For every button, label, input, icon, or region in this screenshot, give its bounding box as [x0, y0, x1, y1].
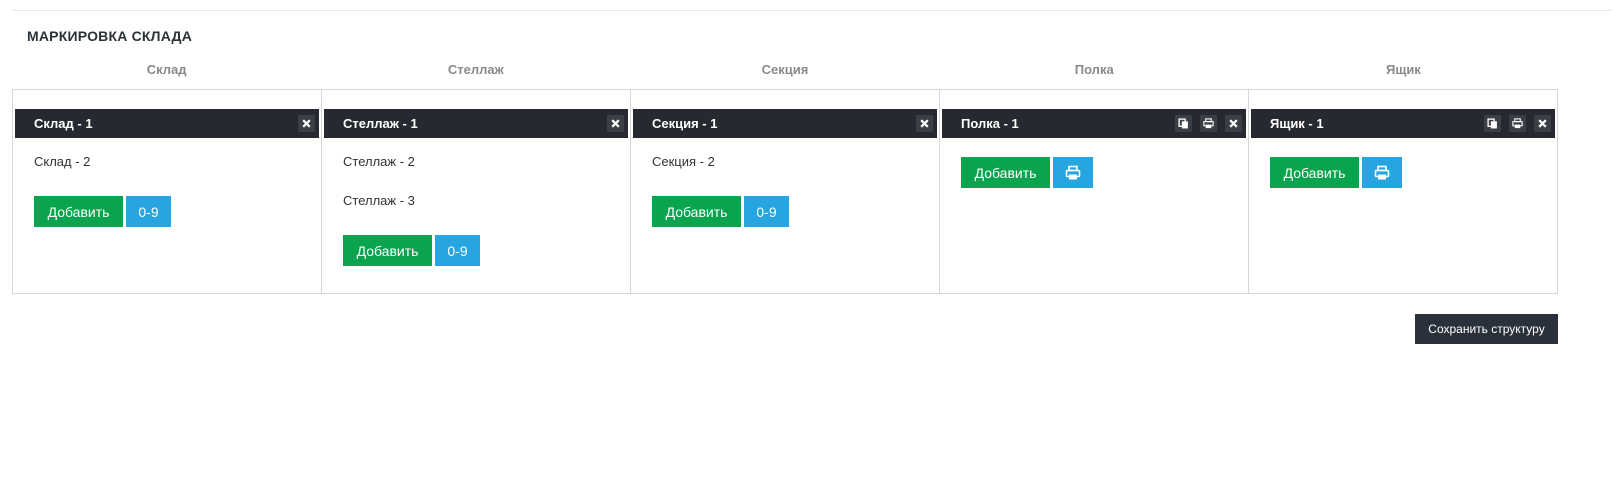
top-divider [12, 10, 1612, 11]
item-actions [607, 115, 624, 132]
list-item[interactable]: Секция - 2 [652, 154, 715, 169]
column-yashchik: Ящик - 1 Добавить [1249, 90, 1557, 293]
list-item[interactable]: Стеллаж - 3 [343, 193, 415, 208]
copy-icon[interactable] [1484, 115, 1501, 132]
range-button[interactable]: 0-9 [126, 196, 171, 227]
column-header-sklad: Склад [146, 62, 187, 77]
close-icon[interactable] [1534, 115, 1551, 132]
selected-item-bar[interactable]: Секция - 1 [633, 109, 937, 138]
close-icon[interactable] [298, 115, 315, 132]
print-button[interactable] [1053, 157, 1093, 188]
selected-item-bar[interactable]: Ящик - 1 [1251, 109, 1555, 138]
selected-item-label: Полка - 1 [961, 116, 1019, 131]
page-title: МАРКИРОВКА СКЛАДА [27, 28, 193, 44]
list-item[interactable]: Склад - 2 [34, 154, 90, 169]
structure-grid: Склад - 1 Склад - 2 Добавить 0-9 Стеллаж… [12, 89, 1558, 294]
print-icon[interactable] [1200, 115, 1217, 132]
selected-item-label: Склад - 1 [34, 116, 93, 131]
selected-item-label: Секция - 1 [652, 116, 718, 131]
selected-item-bar[interactable]: Склад - 1 [15, 109, 319, 138]
close-icon[interactable] [607, 115, 624, 132]
column-header-yashchik: Ящик [1386, 62, 1421, 77]
column-header-sektsiya: Секция [761, 62, 809, 77]
print-icon [1065, 165, 1081, 179]
add-button[interactable]: Добавить [961, 157, 1050, 188]
copy-icon[interactable] [1175, 115, 1192, 132]
item-actions [1175, 115, 1242, 132]
button-row: Добавить 0-9 [343, 235, 480, 266]
selected-item-label: Ящик - 1 [1270, 116, 1324, 131]
print-button[interactable] [1362, 157, 1402, 188]
button-row: Добавить 0-9 [34, 196, 171, 227]
add-button[interactable]: Добавить [343, 235, 432, 266]
close-icon[interactable] [1225, 115, 1242, 132]
add-button[interactable]: Добавить [652, 196, 741, 227]
add-button[interactable]: Добавить [34, 196, 123, 227]
column-headers: Склад Стеллаж Секция Полка Ящик [12, 62, 1558, 77]
list-item[interactable]: Стеллаж - 2 [343, 154, 415, 169]
item-actions [1484, 115, 1551, 132]
add-button[interactable]: Добавить [1270, 157, 1359, 188]
button-row: Добавить [1270, 157, 1402, 188]
item-actions [916, 115, 933, 132]
selected-item-bar[interactable]: Стеллаж - 1 [324, 109, 628, 138]
print-icon[interactable] [1509, 115, 1526, 132]
column-polka: Полка - 1 Добавить [940, 90, 1249, 293]
range-button[interactable]: 0-9 [744, 196, 789, 227]
item-actions [298, 115, 315, 132]
close-icon[interactable] [916, 115, 933, 132]
print-icon [1374, 165, 1390, 179]
save-structure-button[interactable]: Сохранить структуру [1415, 314, 1558, 344]
column-sklad: Склад - 1 Склад - 2 Добавить 0-9 [13, 90, 322, 293]
selected-item-label: Стеллаж - 1 [343, 116, 418, 131]
button-row: Добавить [961, 157, 1093, 188]
column-stellazh: Стеллаж - 1 Стеллаж - 2 Стеллаж - 3 Доба… [322, 90, 631, 293]
selected-item-bar[interactable]: Полка - 1 [942, 109, 1246, 138]
column-sektsiya: Секция - 1 Секция - 2 Добавить 0-9 [631, 90, 940, 293]
column-header-polka: Полка [1074, 62, 1114, 77]
column-header-stellazh: Стеллаж [447, 62, 504, 77]
button-row: Добавить 0-9 [652, 196, 789, 227]
range-button[interactable]: 0-9 [435, 235, 480, 266]
